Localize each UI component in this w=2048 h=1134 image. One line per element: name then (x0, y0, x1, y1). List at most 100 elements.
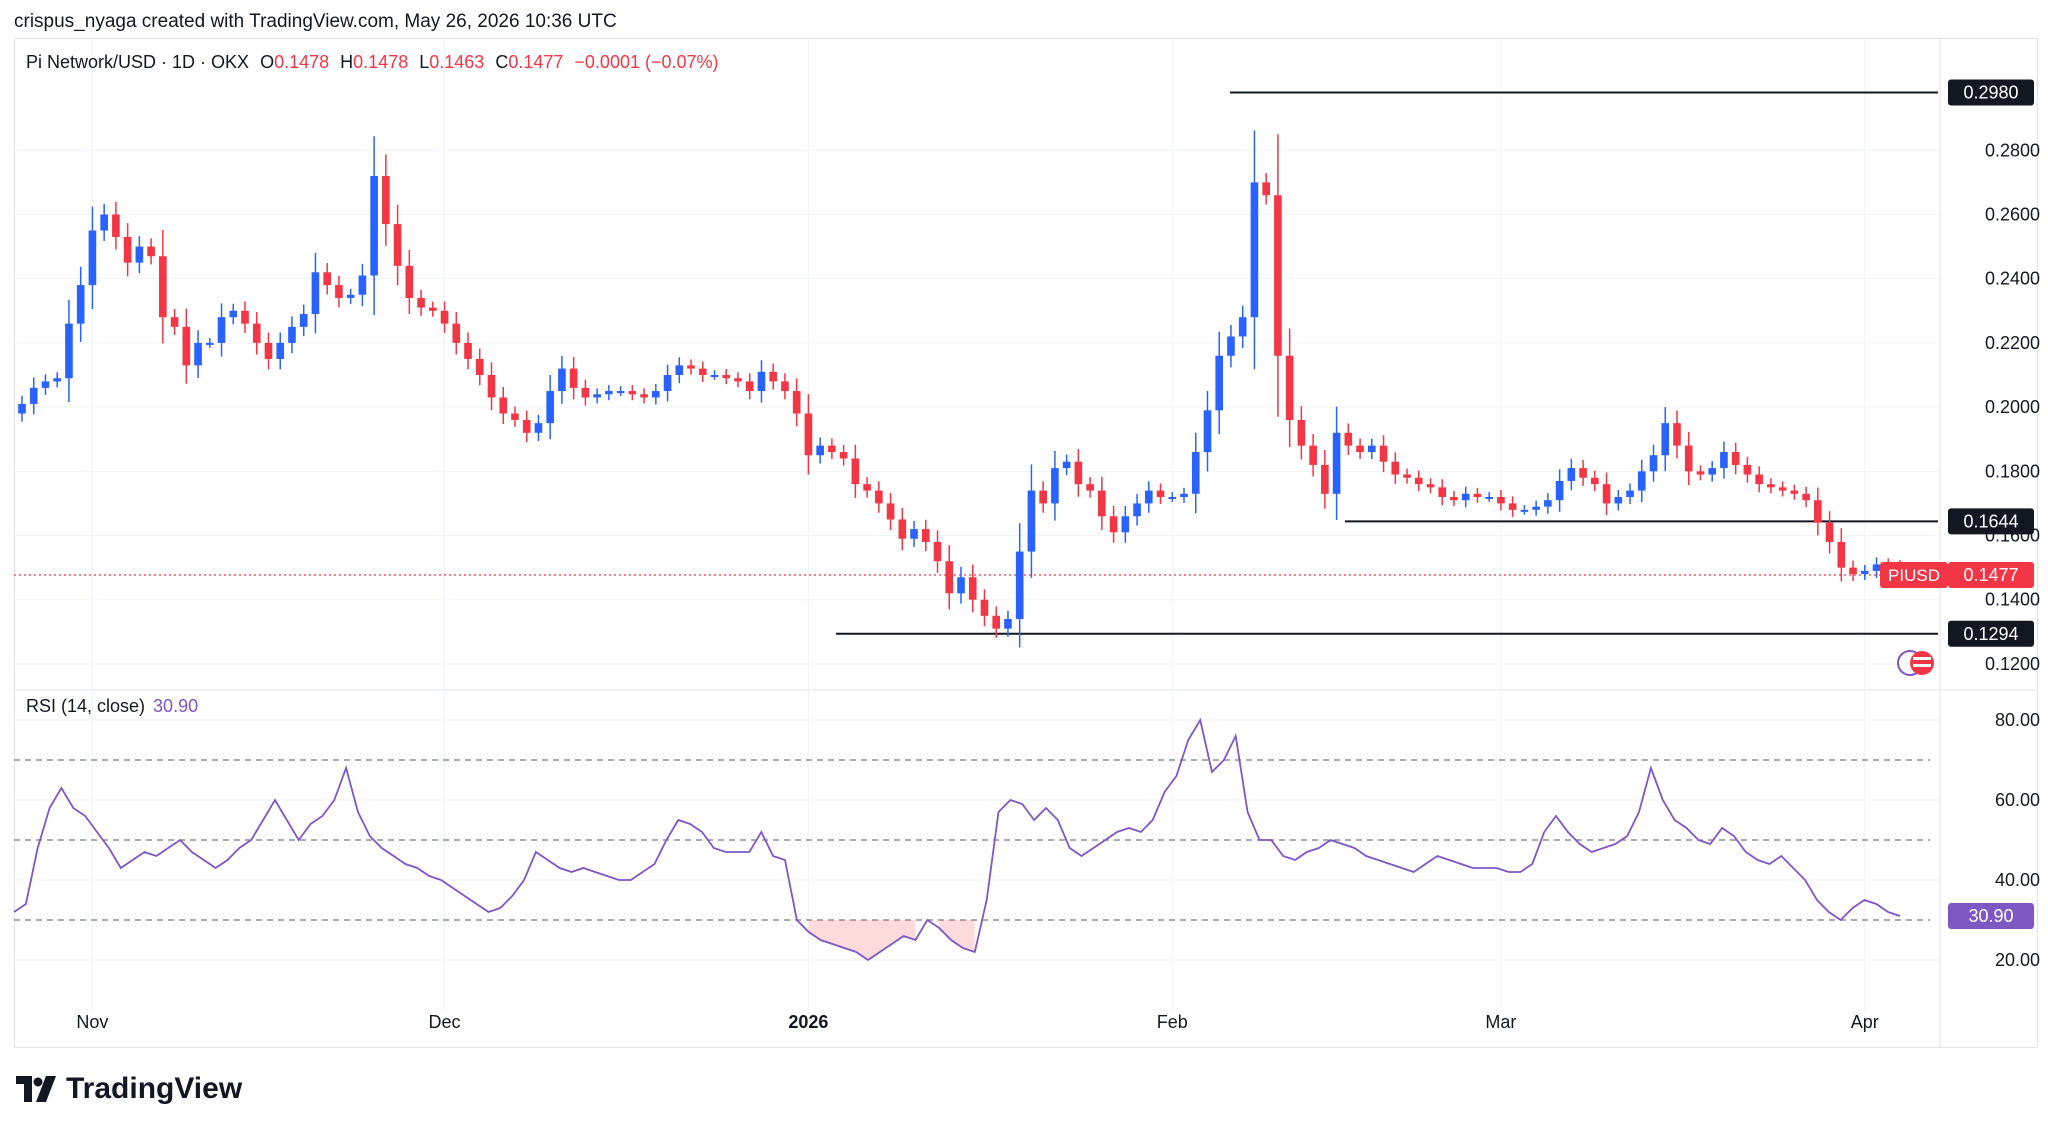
low-value: 0.1463 (429, 52, 485, 72)
candle (464, 332, 472, 370)
candle-body (875, 490, 883, 504)
candle-body (628, 391, 637, 395)
chart-canvas[interactable]: 0.12000.14000.16000.18000.20000.22000.24… (0, 0, 2048, 1134)
candle (1731, 442, 1740, 475)
candle-body (440, 310, 449, 324)
candle-body (205, 342, 214, 345)
candle (475, 348, 484, 386)
candle-body (1567, 468, 1576, 481)
candle-body (299, 314, 308, 327)
candle-body (1555, 480, 1564, 501)
candle (252, 312, 261, 355)
candle (288, 316, 296, 354)
candle-body (1872, 564, 1881, 571)
candle-body (968, 577, 977, 600)
candle-body (1321, 464, 1329, 494)
tradingview-logo[interactable]: TradingView (16, 1072, 242, 1106)
candle-body (1109, 516, 1118, 533)
symbol-label[interactable]: Pi Network/USD · 1D · OKX (26, 52, 249, 72)
candle (159, 230, 167, 344)
candle-body (1731, 452, 1740, 465)
candle-body (1860, 570, 1869, 575)
candle-body (863, 484, 871, 491)
candle-body (1344, 432, 1353, 446)
ohlc-legend: Pi Network/USD · 1D · OKX O0.1478 H0.147… (26, 52, 719, 73)
candle-body (346, 294, 355, 298)
candle (1614, 489, 1623, 511)
candle (29, 377, 38, 415)
candle (147, 238, 155, 265)
candle (1778, 481, 1787, 497)
candle-body (1520, 509, 1529, 512)
candle-body (1649, 455, 1658, 472)
candle-body (980, 599, 989, 616)
candle-body (687, 365, 695, 369)
candle (745, 373, 754, 400)
rsi-legend: RSI (14, close) 30.90 (26, 696, 198, 717)
candle (205, 338, 214, 348)
candle-body (1250, 182, 1259, 318)
rsi-label[interactable]: RSI (14, close) (26, 696, 145, 716)
candle (1450, 491, 1458, 507)
candle-body (992, 615, 1001, 629)
candle-body (921, 529, 930, 542)
candle (1720, 441, 1728, 479)
candle (323, 262, 331, 295)
candle (663, 364, 672, 402)
candle (1356, 438, 1364, 460)
candle (1074, 449, 1083, 497)
candle-body (159, 256, 167, 318)
candle (1367, 438, 1376, 460)
close-value: 0.1477 (508, 52, 564, 72)
candle-body (652, 391, 660, 398)
candle-body (1414, 477, 1423, 485)
open-label: O (260, 52, 275, 72)
candle (217, 303, 226, 357)
candle-body (1086, 484, 1094, 491)
candle (358, 263, 367, 307)
candle (417, 289, 425, 316)
candle-body (898, 519, 907, 539)
candle-body (1074, 461, 1083, 485)
candle (1238, 305, 1247, 349)
candle-body (511, 413, 519, 420)
candle (851, 444, 860, 498)
candle-body (1403, 474, 1411, 478)
candle (781, 373, 789, 400)
candle (933, 530, 942, 573)
candle-body (710, 375, 719, 377)
candle-body (1767, 484, 1775, 488)
candle-body (1051, 468, 1059, 504)
candle-body (112, 214, 120, 237)
candle (1461, 486, 1470, 508)
symbol-badge-label: PIUSD (1888, 566, 1940, 585)
candle (1591, 470, 1599, 492)
candle-body (1367, 445, 1376, 453)
candle (1555, 469, 1564, 512)
candle (1485, 492, 1494, 502)
last-price-label: 0.1477 (1963, 565, 2018, 585)
candle-body (1473, 493, 1482, 497)
candle (440, 301, 449, 333)
candle-body (1168, 497, 1177, 499)
candle (1321, 449, 1329, 509)
candle (1814, 487, 1822, 536)
candle-body (616, 391, 625, 394)
candle (804, 394, 813, 475)
candle (1849, 560, 1857, 582)
event-flag-icon (1897, 650, 1934, 676)
candle-body (886, 503, 895, 520)
candle-body (546, 391, 555, 424)
candle (628, 385, 637, 401)
candle-body (358, 275, 367, 295)
candle (1203, 390, 1212, 472)
candle-body (1802, 493, 1810, 501)
candle-body (1602, 484, 1611, 504)
candle-body (1743, 464, 1752, 475)
candle (605, 385, 613, 401)
time-tick-label: Dec (429, 1012, 461, 1032)
candle-body (1144, 490, 1153, 504)
candle-body (1778, 487, 1787, 491)
candle-body (323, 272, 331, 286)
candle (675, 357, 684, 384)
